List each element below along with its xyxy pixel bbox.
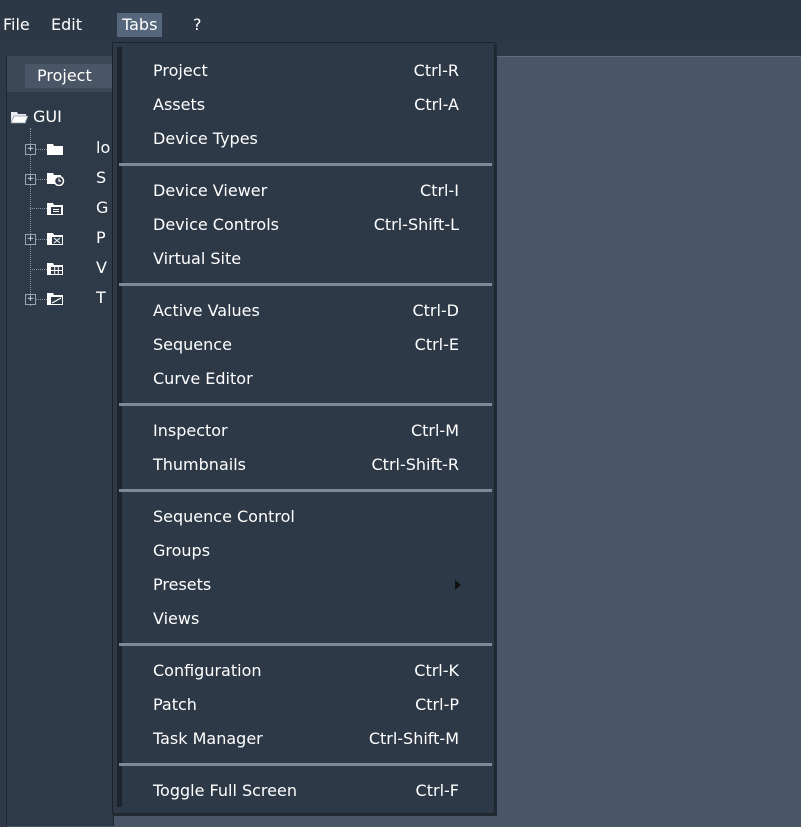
expand-icon[interactable]: + [25,294,36,305]
menu-item-label: Active Values [153,301,260,320]
menu-item-label: Project [153,61,208,80]
expand-icon[interactable]: + [25,234,36,245]
menu-item-curve-editor[interactable]: Curve Editor [153,362,473,396]
menu-item-label: Device Controls [153,215,279,234]
menu-item-label: Inspector [153,421,228,440]
menu-item-label: Virtual Site [153,249,242,268]
menu-item-label: Configuration [153,661,262,680]
menu-item-label: Toggle Full Screen [153,781,297,800]
menu-item-label: Task Manager [153,729,263,748]
menu-item-label: Thumbnails [153,455,246,474]
menu-item-task-manager[interactable]: Task Manager Ctrl-Shift-M [153,722,473,756]
menu-item-assets[interactable]: Assets Ctrl-A [153,88,473,122]
menu-bar: File Edit Tabs ? [0,0,801,42]
menu-item-shortcut: Ctrl-Shift-R [371,455,460,474]
menu-help[interactable]: ? [188,13,207,37]
menu-item-shortcut: Ctrl-A [414,95,459,114]
menu-side-strip [117,47,122,807]
menu-item-label: Device Types [153,129,258,148]
menu-item-shortcut: Ctrl-D [412,301,459,320]
menu-separator [119,163,492,166]
menu-item-label: Patch [153,695,197,714]
grid-folder-icon [47,263,63,275]
menu-item-configuration[interactable]: Configuration Ctrl-K [153,654,473,688]
menu-item-label: Presets [153,575,212,594]
menu-item-views[interactable]: Views [153,602,473,636]
menu-item-shortcut: Ctrl-F [415,781,459,800]
tree-root-label[interactable]: GUI [33,107,62,127]
project-panel: Project GUI + lo + S G + P V + T [6,56,125,826]
tree-connector [35,299,47,300]
menu-item-label: Device Viewer [153,181,268,200]
menu-item-toggle-full-screen[interactable]: Toggle Full Screen Ctrl-F [153,774,473,808]
menu-item-shortcut: Ctrl-Shift-L [373,215,459,234]
menu-item-label: Groups [153,541,211,560]
folder-icon [47,144,63,155]
scheduler-folder-icon [47,173,65,186]
menu-separator [119,403,492,406]
expand-icon[interactable]: + [25,144,36,155]
menu-item-shortcut: Ctrl-P [415,695,459,714]
tree-item-label[interactable]: S [96,168,106,188]
menu-separator [119,489,492,492]
menu-item-label: Sequence Control [153,507,295,526]
menu-item-groups[interactable]: Groups [153,534,473,568]
open-folder-icon [10,112,28,124]
tree-item-label[interactable]: P [96,228,106,248]
device-folder-icon [47,233,63,245]
menu-tabs[interactable]: Tabs [117,13,163,37]
tabs-menu: Project Ctrl-R Assets Ctrl-A Device Type… [112,42,495,814]
menu-file[interactable]: File [0,13,35,37]
menu-item-sequence-control[interactable]: Sequence Control [153,500,473,534]
menu-item-sequence[interactable]: Sequence Ctrl-E [153,328,473,362]
menu-item-virtual-site[interactable]: Virtual Site [153,242,473,276]
menu-item-patch[interactable]: Patch Ctrl-P [153,688,473,722]
tree-connector [35,179,47,180]
tree-connector [35,149,47,150]
tree-connector [30,269,47,270]
menu-item-shortcut: Ctrl-M [410,421,459,440]
page-folder-icon [47,203,63,215]
menu-item-presets[interactable]: Presets [153,568,473,602]
menu-item-shortcut: Ctrl-R [413,61,459,80]
menu-item-shortcut: Ctrl-Shift-M [368,729,459,748]
menu-item-label: Sequence [153,335,232,354]
menu-item-shortcut: Ctrl-K [414,661,459,680]
tree-item-label[interactable]: G [96,198,108,218]
menu-item-active-values[interactable]: Active Values Ctrl-D [153,294,473,328]
submenu-arrow-icon [455,580,461,590]
menu-item-label: Views [153,609,200,628]
menu-edit[interactable]: Edit [46,13,87,37]
tree-connector [35,239,47,240]
tree-item-label[interactable]: V [96,258,107,278]
menu-separator [119,763,492,766]
menu-separator [119,643,492,646]
panel-tab-bar: Project [7,56,125,92]
tree-connector [30,208,47,209]
menu-item-device-controls[interactable]: Device Controls Ctrl-Shift-L [153,208,473,242]
menu-item-label: Assets [153,95,206,114]
menu-item-thumbnails[interactable]: Thumbnails Ctrl-Shift-R [153,448,473,482]
menu-item-shortcut: Ctrl-I [420,181,459,200]
menu-item-inspector[interactable]: Inspector Ctrl-M [153,414,473,448]
menu-item-shortcut: Ctrl-E [414,335,459,354]
tree-item-label[interactable]: T [96,288,106,308]
menu-item-device-viewer[interactable]: Device Viewer Ctrl-I [153,174,473,208]
menu-separator [119,283,492,286]
menu-item-label: Curve Editor [153,369,253,388]
expand-icon[interactable]: + [25,174,36,185]
menu-item-project[interactable]: Project Ctrl-R [153,54,473,88]
timeline-folder-icon [47,293,63,305]
menu-item-device-types[interactable]: Device Types [153,122,473,156]
tree-item-label[interactable]: lo [96,138,110,158]
tab-project[interactable]: Project [25,64,125,88]
